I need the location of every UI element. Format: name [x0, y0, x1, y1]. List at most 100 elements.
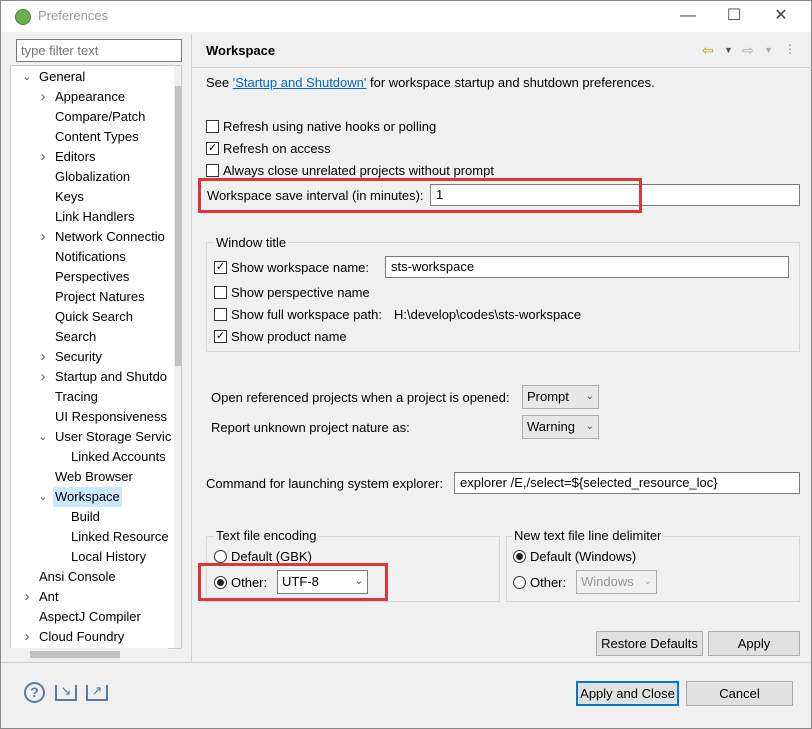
tree-item[interactable]: ⌄ General	[11, 67, 174, 87]
tree-item[interactable]: Globalization	[11, 167, 174, 187]
expanded-chevron-icon[interactable]: ⌄	[21, 67, 33, 87]
tree-item[interactable]: Content Types	[11, 127, 174, 147]
tree-vertical-scrollbar[interactable]	[174, 66, 181, 648]
tree-item[interactable]: Search	[11, 327, 174, 347]
tree-item[interactable]: › Network Connectio	[11, 227, 174, 247]
tree-item-label: Tracing	[55, 389, 98, 404]
back-arrow-icon[interactable]: ⇦	[702, 42, 714, 59]
show-perspective-checkbox[interactable]	[214, 286, 227, 299]
ws-name-input[interactable]: sts-workspace	[385, 256, 789, 278]
encoding-default-radio[interactable]	[214, 550, 227, 563]
delimiter-group-label: New text file line delimiter	[512, 528, 664, 543]
tree-item[interactable]: Compare/Patch	[11, 107, 174, 127]
tree-item[interactable]: Build	[11, 507, 174, 527]
filter-input[interactable]	[16, 39, 182, 62]
tree-item[interactable]: Linked Accounts	[11, 447, 174, 467]
expanded-chevron-icon[interactable]: ⌄	[37, 487, 49, 507]
minimize-icon[interactable]: —	[665, 4, 711, 30]
encoding-group-label: Text file encoding	[214, 528, 319, 543]
tree-item[interactable]: › Cloud Foundry	[11, 627, 174, 647]
report-nature-select[interactable]: Warning ⌄	[522, 415, 599, 439]
tree-item-label: Workspace	[53, 487, 122, 507]
tree-item-label: General	[39, 69, 86, 84]
collapsed-chevron-icon[interactable]: ›	[21, 627, 33, 647]
tree-item[interactable]: › Appearance	[11, 87, 174, 107]
cmd-input[interactable]: explorer /E,/select=${selected_resource_…	[454, 472, 800, 494]
delimiter-other-label: Other:	[530, 575, 567, 590]
startup-shutdown-link[interactable]: 'Startup and Shutdown'	[233, 75, 367, 90]
preference-tree[interactable]: ⌄ General › Appearance Compare/Patch Content …	[10, 65, 182, 649]
tree-item[interactable]: Web Browser	[11, 467, 174, 487]
tree-item[interactable]: › Ant	[11, 587, 174, 607]
tree-item[interactable]: ⌄ Workspace	[11, 487, 174, 507]
tree-item[interactable]: Project Natures	[11, 287, 174, 307]
preferences-dialog: Preferences — ☐ ✕ ⌄ General › Appearance Com…	[0, 0, 812, 729]
tree-horizontal-scrollbar[interactable]	[10, 648, 168, 661]
restore-defaults-button[interactable]: Restore Defaults	[596, 631, 703, 656]
tree-item[interactable]: › Security	[11, 347, 174, 367]
tree-item[interactable]: Local History	[11, 547, 174, 567]
tree-item[interactable]: Linked Resource	[11, 527, 174, 547]
view-menu-icon[interactable]: ⋮	[784, 42, 796, 56]
collapsed-chevron-icon[interactable]: ›	[37, 347, 49, 367]
delimiter-default-radio[interactable]	[513, 550, 526, 563]
tree-item-label: Globalization	[55, 169, 131, 184]
tree-item[interactable]: Notifications	[11, 247, 174, 267]
forward-menu-chevron-icon[interactable]: ▼	[764, 45, 773, 55]
tree-item-label: Link Handlers	[55, 209, 135, 224]
tree-item[interactable]: Tracing	[11, 387, 174, 407]
back-menu-chevron-icon[interactable]: ▼	[724, 45, 733, 55]
spring-app-icon	[15, 9, 31, 25]
maximize-icon[interactable]: ☐	[711, 4, 757, 30]
collapsed-chevron-icon[interactable]: ›	[37, 227, 49, 247]
refresh-native-checkbox[interactable]	[206, 120, 219, 133]
tree-item[interactable]: UI Responsiveness	[11, 407, 174, 427]
forward-arrow-icon[interactable]: ⇨	[742, 42, 754, 59]
show-product-label: Show product name	[231, 329, 347, 344]
full-path-value: H:\develop\codes\sts-workspace	[394, 307, 582, 322]
chevron-down-icon: ⌄	[585, 391, 594, 402]
tree-item-label: Linked Resource	[71, 529, 169, 544]
cancel-button[interactable]: Cancel	[686, 681, 793, 706]
delimiter-select[interactable]: Windows ⌄	[576, 570, 657, 594]
tree-item-label: Ant	[39, 589, 59, 604]
see-suffix: for workspace startup and shutdown prefe…	[366, 75, 655, 90]
encoding-default-label: Default (GBK)	[231, 549, 312, 564]
delimiter-other-radio[interactable]	[513, 576, 526, 589]
show-ws-name-checkbox[interactable]: ✓	[214, 261, 227, 274]
open-ref-select[interactable]: Prompt ⌄	[522, 385, 599, 409]
tree-item-label: User Storage Servic	[55, 429, 172, 444]
collapsed-chevron-icon[interactable]: ›	[37, 367, 49, 387]
close-icon[interactable]: ✕	[758, 4, 804, 30]
refresh-access-checkbox[interactable]: ✓	[206, 142, 219, 155]
tree-item-label: Project Natures	[55, 289, 145, 304]
tree-item-label: Perspectives	[55, 269, 130, 284]
tree-item[interactable]: Perspectives	[11, 267, 174, 287]
tree-scroll-thumb[interactable]	[175, 86, 181, 366]
apply-and-close-button[interactable]: Apply and Close	[576, 681, 679, 706]
window-title: Preferences	[38, 8, 109, 23]
tree-item[interactable]: ⌄ User Storage Servic	[11, 427, 174, 447]
collapsed-chevron-icon[interactable]: ›	[37, 147, 49, 167]
import-icon[interactable]: ↘	[55, 684, 77, 701]
tree-item[interactable]: Quick Search	[11, 307, 174, 327]
tree-item[interactable]: Keys	[11, 187, 174, 207]
tree-item[interactable]: › Editors	[11, 147, 174, 167]
collapsed-chevron-icon[interactable]: ›	[21, 587, 33, 607]
show-full-path-checkbox[interactable]	[214, 308, 227, 321]
tree-hscroll-thumb[interactable]	[30, 651, 120, 658]
export-icon[interactable]: ↗	[86, 684, 108, 701]
tree-item[interactable]: Ansi Console	[11, 567, 174, 587]
show-product-checkbox[interactable]: ✓	[214, 330, 227, 343]
tree-item[interactable]: AspectJ Compiler	[11, 607, 174, 627]
help-icon[interactable]: ?	[24, 682, 45, 703]
footer-divider	[1, 662, 811, 663]
always-close-checkbox[interactable]	[206, 164, 219, 177]
open-ref-label: Open referenced projects when a project …	[211, 390, 510, 405]
apply-button[interactable]: Apply	[708, 631, 800, 656]
tree-item[interactable]: Link Handlers	[11, 207, 174, 227]
tree-item[interactable]: › Startup and Shutdo	[11, 367, 174, 387]
collapsed-chevron-icon[interactable]: ›	[37, 87, 49, 107]
expanded-chevron-icon[interactable]: ⌄	[37, 427, 49, 447]
tree-item-label: Network Connectio	[55, 229, 165, 244]
